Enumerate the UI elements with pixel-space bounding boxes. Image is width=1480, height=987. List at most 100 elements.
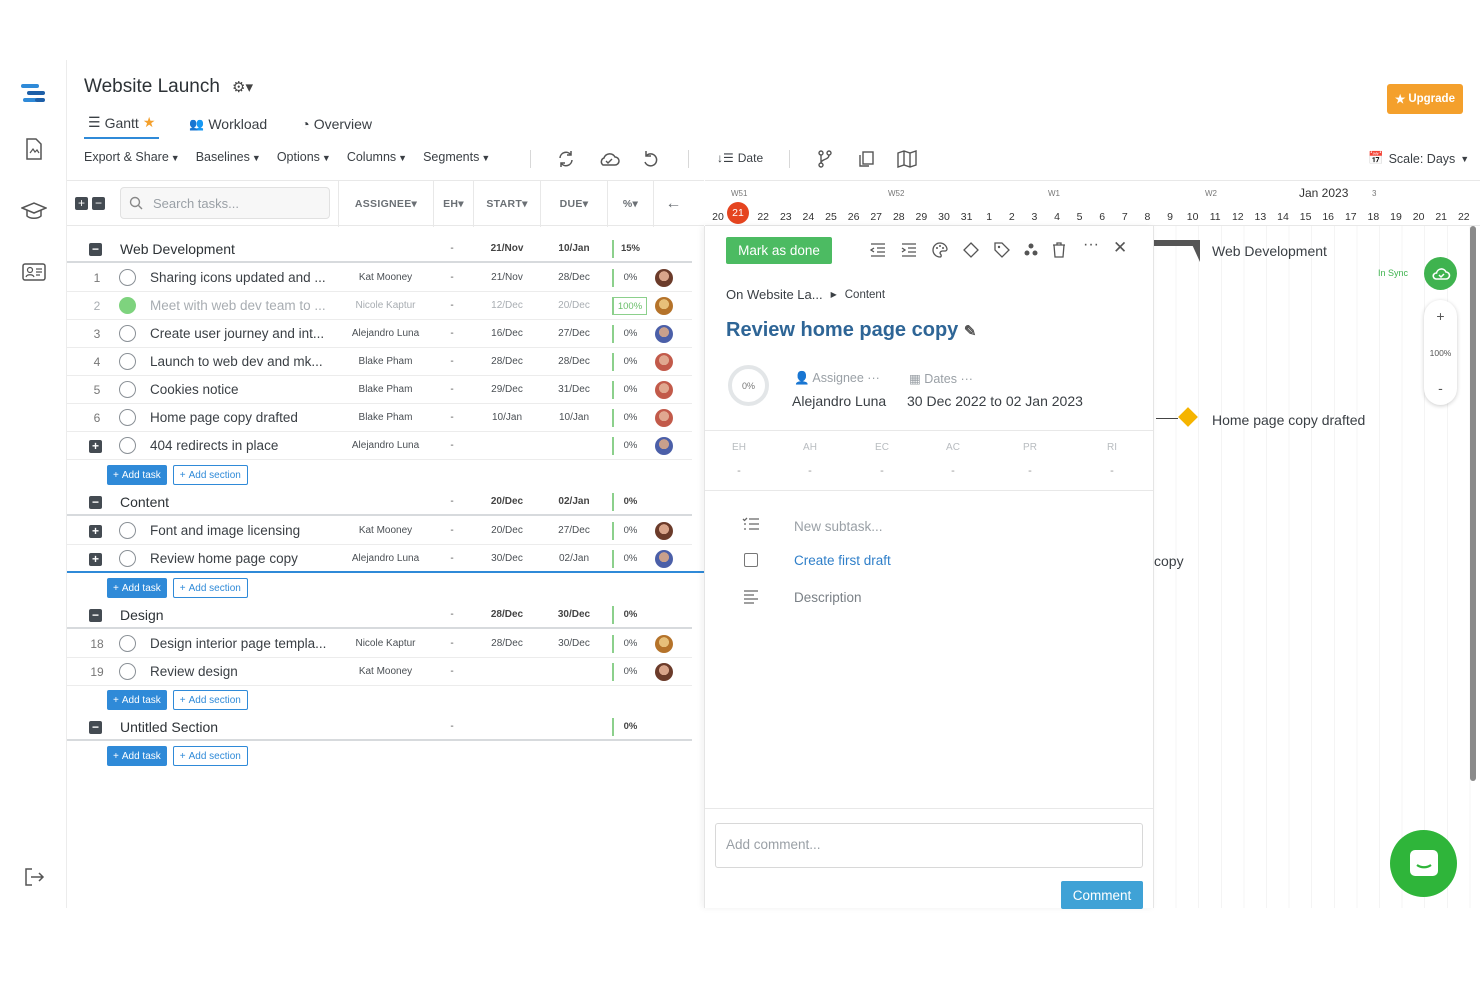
task-row-selected[interactable]: + Review home page copy Alejandro Luna - 3… [67, 545, 704, 573]
metric-value[interactable]: - [719, 465, 759, 477]
undo-icon[interactable] [642, 150, 662, 168]
description-field[interactable]: Description [794, 590, 862, 605]
task-row[interactable]: 6 Home page copy drafted Blake Pham - 10/J… [67, 404, 692, 432]
task-checkbox[interactable] [119, 550, 136, 567]
task-row[interactable]: 2 Meet with web dev team to ... Nicole Ka… [67, 292, 692, 320]
breadcrumb-project[interactable]: On Website La... [726, 287, 823, 302]
cloud-sync-button[interactable] [1424, 257, 1457, 290]
metric-value[interactable]: - [933, 465, 973, 477]
tab-workload[interactable]: 👥 Workload [185, 112, 271, 139]
add-task-button[interactable]: + Add task [107, 746, 167, 766]
column-eh[interactable]: EH ▾ [433, 181, 473, 227]
metric-value[interactable]: - [1010, 465, 1050, 477]
add-section-button[interactable]: + Add section [172, 578, 248, 598]
section-row[interactable]: − Web Development - 21/Nov 10/Jan 15% [67, 235, 692, 263]
task-title[interactable]: Review home page copy ✎ [726, 319, 976, 342]
task-checkbox[interactable] [119, 437, 136, 454]
search-input[interactable]: Search tasks... [120, 187, 330, 219]
add-task-button[interactable]: + Add task [107, 578, 167, 598]
collapse-all-icon[interactable]: − [92, 197, 105, 210]
milestone-icon[interactable] [962, 241, 980, 259]
task-row[interactable]: 4 Launch to web dev and mk... Blake Pham -… [67, 348, 692, 376]
task-checkbox[interactable] [119, 269, 136, 286]
edit-pencil-icon[interactable]: ✎ [964, 323, 977, 340]
zoom-in-button[interactable]: + [1424, 308, 1457, 324]
expand-icon[interactable]: + [89, 525, 102, 538]
task-checkbox[interactable] [119, 635, 136, 652]
indent-icon[interactable] [900, 241, 918, 259]
mark-as-done-button[interactable]: Mark as done [726, 237, 832, 264]
tab-gantt[interactable]: ☰ Gantt ★ [84, 112, 160, 139]
tag-icon[interactable] [993, 241, 1011, 259]
trash-icon[interactable] [1050, 241, 1068, 259]
app-logo-icon[interactable] [20, 80, 48, 108]
new-subtask-input[interactable]: New subtask... [794, 519, 883, 534]
project-settings-icon[interactable]: ⚙▾ [232, 78, 253, 96]
palette-icon[interactable] [931, 241, 949, 259]
column-start[interactable]: START ▾ [473, 181, 540, 227]
comment-input[interactable]: Add comment... [715, 823, 1143, 868]
progress-ring[interactable]: 0% [728, 365, 769, 406]
metric-value[interactable]: - [790, 465, 830, 477]
section-row[interactable]: − Untitled Section - 0% [67, 713, 692, 741]
task-row[interactable]: 19 Review design Kat Mooney - 0% [67, 658, 692, 686]
section-row[interactable]: − Design - 28/Dec 30/Dec 0% [67, 601, 692, 629]
task-row[interactable]: + 404 redirects in place Alejandro Luna - … [67, 432, 692, 460]
graduation-cap-icon[interactable] [20, 197, 48, 225]
task-row[interactable]: 3 Create user journey and int... Alejandr… [67, 320, 692, 348]
add-task-button[interactable]: + Add task [107, 465, 167, 485]
scale-menu[interactable]: 📅 Scale: Days ▼ [1368, 151, 1469, 166]
more-options-icon[interactable]: ··· [1083, 236, 1101, 254]
add-section-button[interactable]: + Add section [172, 690, 248, 710]
expand-icon[interactable]: + [89, 440, 102, 453]
group-icon[interactable] [1022, 241, 1040, 259]
task-row[interactable]: + Font and image licensing Kat Mooney - 20… [67, 517, 692, 545]
subtask-item[interactable]: Create first draft [794, 553, 891, 568]
add-section-button[interactable]: + Add section [172, 746, 248, 766]
collapse-icon[interactable]: − [89, 721, 102, 734]
options-menu[interactable]: Options ▼ [277, 150, 331, 164]
add-section-button[interactable]: + Add section [172, 465, 248, 485]
upgrade-button[interactable]: ★ Upgrade [1387, 84, 1463, 114]
copy-icon[interactable] [857, 150, 877, 168]
outdent-icon[interactable] [869, 241, 887, 259]
task-row[interactable]: 18 Design interior page templa... Nicole … [67, 630, 692, 658]
metric-value[interactable]: - [1092, 465, 1132, 477]
collapse-icon[interactable]: − [89, 243, 102, 256]
sort-by-date-button[interactable]: ↓☰ Date [717, 151, 763, 165]
task-checkbox-done[interactable] [119, 297, 136, 314]
subtask-checkbox[interactable] [744, 553, 758, 567]
breadcrumb-section[interactable]: Content [845, 289, 885, 301]
export-share-menu[interactable]: Export & Share ▼ [84, 150, 180, 164]
dates-value[interactable]: 30 Dec 2022 to 02 Jan 2023 [907, 393, 1083, 409]
collapse-icon[interactable]: − [89, 609, 102, 622]
map-icon[interactable] [897, 150, 919, 168]
task-checkbox[interactable] [119, 522, 136, 539]
metric-value[interactable]: - [862, 465, 902, 477]
task-checkbox[interactable] [119, 325, 136, 342]
zoom-out-button[interactable]: - [1424, 380, 1457, 396]
comment-button[interactable]: Comment [1061, 881, 1143, 909]
expand-icon[interactable]: + [89, 553, 102, 566]
task-row[interactable]: 5 Cookies notice Blake Pham - 29/Dec 31/Dec… [67, 376, 692, 404]
segments-menu[interactable]: Segments ▼ [423, 150, 490, 164]
columns-menu[interactable]: Columns ▼ [347, 150, 407, 164]
expand-all-icon[interactable]: + [75, 197, 88, 210]
assignee-value[interactable]: Alejandro Luna [792, 393, 886, 409]
task-checkbox[interactable] [119, 353, 136, 370]
refresh-icon[interactable] [557, 150, 577, 168]
chat-button[interactable] [1390, 830, 1457, 897]
document-icon[interactable] [20, 135, 48, 163]
add-task-button[interactable]: + Add task [107, 690, 167, 710]
tab-overview[interactable]: ◔ Overview [297, 112, 376, 139]
baselines-menu[interactable]: Baselines ▼ [196, 150, 261, 164]
task-checkbox[interactable] [119, 381, 136, 398]
logout-icon[interactable] [20, 863, 48, 891]
vertical-scrollbar[interactable] [1470, 226, 1476, 781]
column-assignee[interactable]: ASSIGNEE ▾ [338, 181, 433, 227]
collapse-icon[interactable]: − [89, 496, 102, 509]
contact-card-icon[interactable] [20, 258, 48, 286]
column-due[interactable]: DUE ▾ [540, 181, 607, 227]
task-row[interactable]: 1 Sharing icons updated and ... Kat Moone… [67, 264, 692, 292]
collapse-grid-arrow-icon[interactable]: ← [653, 181, 693, 227]
